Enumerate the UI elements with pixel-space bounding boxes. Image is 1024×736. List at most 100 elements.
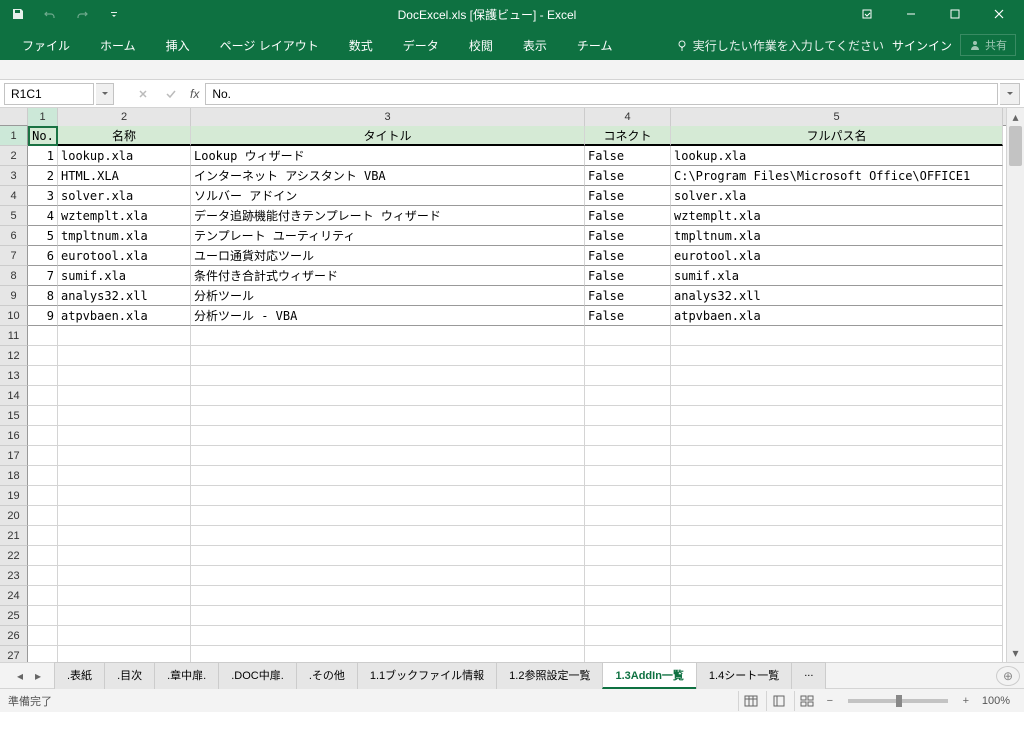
cell[interactable]: eurotool.xla: [671, 246, 1003, 266]
cell[interactable]: [58, 546, 191, 566]
tab-insert[interactable]: 挿入: [152, 31, 204, 60]
cell[interactable]: [191, 346, 585, 366]
cell[interactable]: [191, 586, 585, 606]
cell[interactable]: [28, 406, 58, 426]
cell[interactable]: [28, 606, 58, 626]
select-all-corner[interactable]: [0, 108, 28, 126]
cell[interactable]: wztemplt.xla: [671, 206, 1003, 226]
scroll-down-icon[interactable]: ▾: [1007, 644, 1024, 662]
cell[interactable]: [191, 406, 585, 426]
cell[interactable]: False: [585, 266, 671, 286]
cell[interactable]: [58, 626, 191, 646]
row-header[interactable]: 27: [0, 646, 28, 662]
cell[interactable]: [585, 566, 671, 586]
cell[interactable]: [585, 606, 671, 626]
cell[interactable]: [58, 586, 191, 606]
tab-home[interactable]: ホーム: [86, 31, 150, 60]
fx-button[interactable]: fx: [186, 87, 203, 101]
cell[interactable]: False: [585, 186, 671, 206]
cell[interactable]: tmpltnum.xla: [58, 226, 191, 246]
row-header[interactable]: 6: [0, 226, 28, 246]
cell[interactable]: [28, 566, 58, 586]
cell[interactable]: [191, 366, 585, 386]
cell[interactable]: [28, 626, 58, 646]
cell[interactable]: wztemplt.xla: [58, 206, 191, 226]
header-cell[interactable]: フルパス名: [671, 126, 1003, 146]
tab-pagelayout[interactable]: ページ レイアウト: [206, 31, 333, 60]
row-header[interactable]: 26: [0, 626, 28, 646]
row-header[interactable]: 1: [0, 126, 28, 146]
cell[interactable]: analys32.xll: [671, 286, 1003, 306]
cell[interactable]: [585, 426, 671, 446]
tab-formulas[interactable]: 数式: [335, 31, 387, 60]
share-button[interactable]: 共有: [960, 34, 1016, 56]
cell[interactable]: [191, 566, 585, 586]
cell[interactable]: 2: [28, 166, 58, 186]
cell[interactable]: [58, 566, 191, 586]
cell[interactable]: [585, 446, 671, 466]
column-header[interactable]: 3: [191, 108, 585, 126]
row-header[interactable]: 13: [0, 366, 28, 386]
cell[interactable]: 分析ツール: [191, 286, 585, 306]
cell[interactable]: [671, 566, 1003, 586]
cell[interactable]: [671, 446, 1003, 466]
cell[interactable]: [585, 326, 671, 346]
cell[interactable]: 9: [28, 306, 58, 326]
cell[interactable]: ユーロ通貨対応ツール: [191, 246, 585, 266]
cell[interactable]: [585, 526, 671, 546]
tab-nav-next[interactable]: ▸: [30, 668, 46, 684]
cell[interactable]: 4: [28, 206, 58, 226]
cell[interactable]: [585, 406, 671, 426]
enter-formula-button[interactable]: [158, 83, 184, 105]
row-header[interactable]: 23: [0, 566, 28, 586]
tell-me-search[interactable]: 実行したい作業を入力してください: [675, 37, 884, 54]
tab-nav-prev[interactable]: ◂: [12, 668, 28, 684]
cell[interactable]: 1: [28, 146, 58, 166]
cell[interactable]: [191, 446, 585, 466]
qat-customize-icon[interactable]: [100, 2, 128, 26]
formula-input[interactable]: No.: [205, 83, 998, 105]
zoom-percent[interactable]: 100%: [976, 695, 1016, 707]
cell[interactable]: インターネット アシスタント VBA: [191, 166, 585, 186]
sheet-tab[interactable]: 1.3AddIn一覧: [602, 662, 696, 689]
row-header[interactable]: 10: [0, 306, 28, 326]
row-header[interactable]: 7: [0, 246, 28, 266]
cell[interactable]: 分析ツール - VBA: [191, 306, 585, 326]
sheet-tab[interactable]: .その他: [296, 662, 358, 689]
cell[interactable]: [58, 526, 191, 546]
view-pagebreak-button[interactable]: [794, 691, 820, 711]
cell[interactable]: False: [585, 206, 671, 226]
cell[interactable]: [28, 386, 58, 406]
row-header[interactable]: 11: [0, 326, 28, 346]
cell[interactable]: [671, 326, 1003, 346]
cell[interactable]: lookup.xla: [58, 146, 191, 166]
zoom-slider[interactable]: [848, 699, 948, 703]
sheet-tab[interactable]: 1.4シート一覧: [696, 662, 792, 689]
row-header[interactable]: 14: [0, 386, 28, 406]
cell[interactable]: [671, 346, 1003, 366]
cell[interactable]: [28, 326, 58, 346]
cell[interactable]: [191, 506, 585, 526]
sheet-tab[interactable]: .DOC中扉.: [218, 662, 297, 689]
row-header[interactable]: 5: [0, 206, 28, 226]
cell[interactable]: ソルバー アドイン: [191, 186, 585, 206]
name-box-dropdown[interactable]: [96, 83, 114, 105]
cell[interactable]: [28, 446, 58, 466]
cell[interactable]: [58, 326, 191, 346]
cell[interactable]: False: [585, 146, 671, 166]
cell[interactable]: [58, 346, 191, 366]
cell[interactable]: [671, 606, 1003, 626]
tab-file[interactable]: ファイル: [8, 31, 84, 60]
cell[interactable]: [671, 386, 1003, 406]
row-header[interactable]: 8: [0, 266, 28, 286]
cell[interactable]: [585, 366, 671, 386]
cell[interactable]: [671, 426, 1003, 446]
spreadsheet-grid[interactable]: 12345 1No.名称タイトルコネクトフルパス名21lookup.xlaLoo…: [0, 108, 1006, 662]
row-header[interactable]: 15: [0, 406, 28, 426]
cell[interactable]: [58, 606, 191, 626]
cell[interactable]: [28, 546, 58, 566]
cell[interactable]: [58, 646, 191, 662]
cell[interactable]: データ追跡機能付きテンプレート ウィザード: [191, 206, 585, 226]
cell[interactable]: [28, 486, 58, 506]
cell[interactable]: [58, 426, 191, 446]
